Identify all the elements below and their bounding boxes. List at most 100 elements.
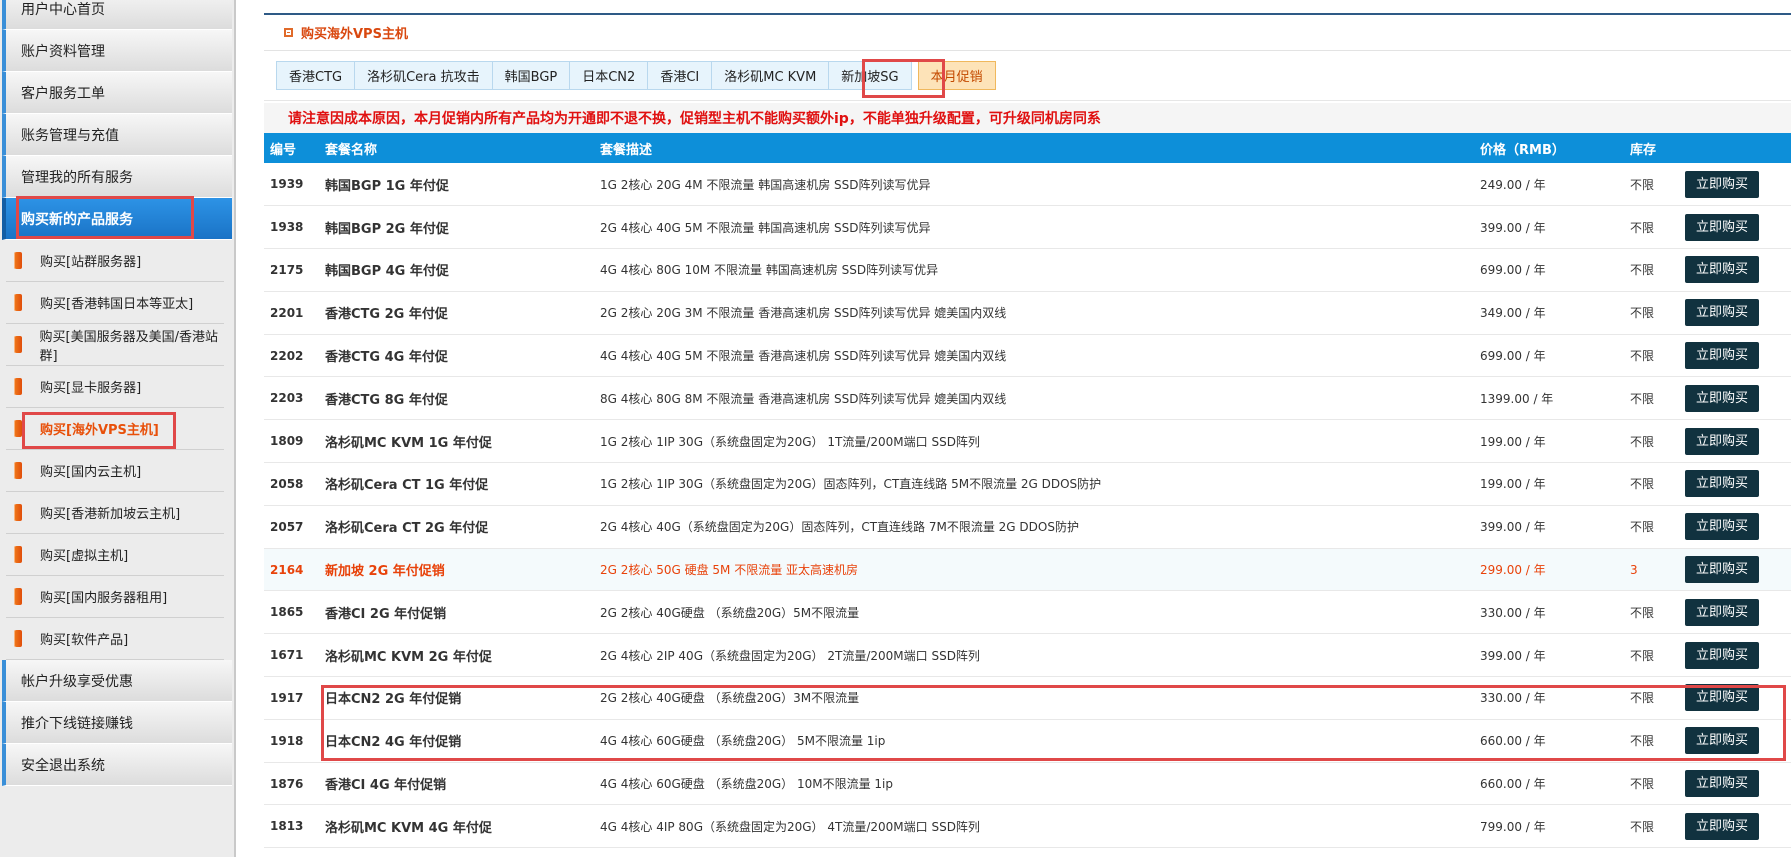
- buy-now-button[interactable]: 立即购买: [1685, 598, 1759, 626]
- sidebar-item-billing[interactable]: 账务管理与充值: [2, 114, 232, 156]
- sidebar-item-label: 账户资料管理: [21, 43, 105, 60]
- tab-sg[interactable]: 新加坡SG: [828, 61, 912, 90]
- buy-now-button[interactable]: 立即购买: [1685, 299, 1759, 327]
- cell-stock: 不限: [1630, 605, 1655, 620]
- cell-name: 日本CN2 2G 年付促销: [325, 692, 462, 708]
- cell-id: 1671: [270, 648, 304, 663]
- cell-stock: 不限: [1630, 391, 1655, 406]
- sidebar-subitem-domestic-cloud[interactable]: 购买[国内云主机]: [6, 450, 224, 492]
- sidebar-subitem-overseas-vps[interactable]: 购买[海外VPS主机]: [6, 408, 224, 450]
- cell-action: 立即购买: [1679, 463, 1791, 506]
- table-row: 1809 洛杉矶MC KVM 1G 年付促 1G 2核心 1IP 30G（系统盘固定…: [264, 420, 1791, 463]
- sidebar-subitem-software[interactable]: 购买[软件产品]: [6, 618, 224, 660]
- tab-la-mc-kvm[interactable]: 洛杉矶MC KVM: [711, 61, 829, 90]
- sidebar-item-manage-services[interactable]: 管理我的所有服务: [2, 156, 232, 198]
- buy-now-button[interactable]: 立即购买: [1685, 556, 1759, 584]
- sidebar-subitem-station-servers[interactable]: 购买[站群服务器]: [6, 240, 224, 282]
- cell-price: 199.00 / 年: [1480, 434, 1546, 449]
- buy-now-button[interactable]: 立即购买: [1685, 470, 1759, 498]
- col-header-stock: 库存: [1630, 142, 1657, 158]
- table-row: 2202 香港CTG 4G 年付促 4G 4核心 40G 5M 不限流量 香港高速机…: [264, 334, 1791, 377]
- cell-action: 立即购买: [1679, 505, 1791, 548]
- table-row: 1917 日本CN2 2G 年付促销 2G 2核心 40G硬盘 （系统盘20G）3M…: [264, 677, 1791, 720]
- buy-now-button[interactable]: 立即购买: [1685, 770, 1759, 798]
- cell-name: 香港CTG 2G 年付促: [325, 307, 448, 323]
- cell-name: 洛杉矶MC KVM 4G 年付促: [325, 820, 492, 836]
- tab-hk-ctg[interactable]: 香港CTG: [276, 61, 355, 90]
- sidebar-item-label: 用户中心首页: [21, 1, 105, 18]
- sidebar-subitem-label: 购买[国内云主机]: [40, 465, 142, 480]
- cell-id: 2201: [270, 305, 304, 320]
- sidebar-item-label: 管理我的所有服务: [21, 169, 133, 186]
- tab-jp-cn2[interactable]: 日本CN2: [569, 61, 648, 90]
- sidebar-item-account-profile[interactable]: 账户资料管理: [2, 30, 232, 72]
- buy-now-button[interactable]: 立即购买: [1685, 170, 1759, 198]
- cell-stock: 不限: [1630, 734, 1655, 749]
- buy-now-button[interactable]: 立即购买: [1685, 342, 1759, 370]
- sidebar-subitem-label: 购买[美国服务器及美国/香港站群]: [39, 329, 218, 364]
- buy-now-button[interactable]: 立即购买: [1685, 384, 1759, 412]
- buy-now-button[interactable]: 立即购买: [1685, 513, 1759, 541]
- cell-name: 韩国BGP 1G 年付促: [325, 178, 449, 194]
- cell-desc: 2G 2核心 40G硬盘 （系统盘20G）5M不限流量: [600, 605, 860, 620]
- sidebar: 用户中心首页 账户资料管理 客户服务工单 账务管理与充值 管理我的所有服务 购买…: [0, 0, 236, 857]
- cell-desc: 4G 4核心 60G硬盘 （系统盘20G） 10M不限流量 1ip: [600, 777, 893, 792]
- sidebar-subitem-us-servers[interactable]: 购买[美国服务器及美国/香港站群]: [6, 324, 224, 366]
- cell-action: 立即购买: [1679, 548, 1791, 591]
- cell-action: 立即购买: [1679, 249, 1791, 292]
- cell-stock: 不限: [1630, 691, 1655, 706]
- cell-id: 2058: [270, 476, 304, 491]
- cell-name: 日本CN2 4G 年付促销: [325, 735, 462, 751]
- cell-action: 立即购买: [1679, 291, 1791, 334]
- cell-name: 洛杉矶Cera CT 2G 年付促: [325, 521, 489, 537]
- cell-price: 1399.00 / 年: [1480, 391, 1554, 406]
- tab-monthly-promo[interactable]: 本月促销: [917, 61, 996, 90]
- sidebar-item-logout[interactable]: 安全退出系统: [2, 744, 232, 786]
- sidebar-subitem-label: 购买[站群服务器]: [40, 255, 142, 270]
- sidebar-subitem-apac[interactable]: 购买[香港韩国日本等亚太]: [6, 282, 224, 324]
- sidebar-item-home[interactable]: 用户中心首页: [2, 0, 232, 30]
- sidebar-subitem-domestic-server-rental[interactable]: 购买[国内服务器租用]: [6, 576, 224, 618]
- cell-stock: 不限: [1630, 177, 1655, 192]
- buy-now-button[interactable]: 立即购买: [1685, 727, 1759, 755]
- table-row: 1671 洛杉矶MC KVM 2G 年付促 2G 4核心 2IP 40G（系统盘固定…: [264, 634, 1791, 677]
- cell-price: 299.00 / 年: [1480, 563, 1546, 578]
- buy-now-button[interactable]: 立即购买: [1685, 684, 1759, 712]
- server-icon: [14, 588, 22, 605]
- cell-name: 香港CI 4G 年付促销: [325, 778, 447, 794]
- tab-la-cera[interactable]: 洛杉矶Cera 抗攻击: [354, 61, 492, 90]
- buy-now-button[interactable]: 立即购买: [1685, 641, 1759, 669]
- cell-name: 香港CI 2G 年付促销: [325, 606, 447, 622]
- cell-stock: 不限: [1630, 220, 1655, 235]
- server-icon: [14, 294, 22, 311]
- cell-action: 立即购买: [1679, 634, 1791, 677]
- sidebar-item-service-tickets[interactable]: 客户服务工单: [2, 72, 232, 114]
- product-table: 编号 套餐名称 套餐描述 价格（RMB） 库存 1939 韩国BGP 1G 年付促…: [264, 133, 1791, 848]
- sidebar-item-referral[interactable]: 推介下线链接赚钱: [2, 702, 232, 744]
- cell-desc: 2G 2核心 20G 3M 不限流量 香港高速机房 SSD阵列读写优异 媲美国内…: [600, 306, 1007, 321]
- sidebar-item-upgrade-account[interactable]: 帐户升级享受优惠: [2, 660, 232, 702]
- sidebar-subitem-gpu-servers[interactable]: 购买[显卡服务器]: [6, 366, 224, 408]
- cell-price: 399.00 / 年: [1480, 648, 1546, 663]
- buy-now-button[interactable]: 立即购买: [1685, 427, 1759, 455]
- cell-desc: 2G 4核心 40G（系统盘固定为20G）固态阵列，CT直连线路 7M不限流量 …: [600, 520, 1079, 535]
- buy-now-button[interactable]: 立即购买: [1685, 256, 1759, 284]
- sidebar-item-buy-products[interactable]: 购买新的产品服务: [2, 198, 232, 240]
- cell-desc: 1G 2核心 1IP 30G（系统盘固定为20G）固态阵列，CT直连线路 5M不…: [600, 477, 1102, 492]
- cell-name: 新加坡 2G 年付促销: [325, 564, 445, 580]
- sidebar-item-label: 客户服务工单: [21, 85, 105, 102]
- buy-now-button[interactable]: 立即购买: [1685, 812, 1759, 840]
- cell-id: 1918: [270, 733, 304, 748]
- buy-now-button[interactable]: 立即购买: [1685, 213, 1759, 241]
- cell-price: 660.00 / 年: [1480, 777, 1546, 792]
- tab-kr-bgp[interactable]: 韩国BGP: [491, 61, 570, 90]
- tab-hk-ci[interactable]: 香港CI: [647, 61, 712, 90]
- table-row: 1918 日本CN2 4G 年付促销 4G 4核心 60G硬盘 （系统盘20G） 5…: [264, 719, 1791, 763]
- cell-name: 韩国BGP 2G 年付促: [325, 221, 449, 237]
- cell-id: 1938: [270, 220, 304, 235]
- sidebar-subitem-hk-sg-cloud[interactable]: 购买[香港新加坡云主机]: [6, 492, 224, 534]
- cell-price: 699.00 / 年: [1480, 349, 1546, 364]
- cell-action: 立即购买: [1679, 334, 1791, 377]
- cell-desc: 4G 4核心 4IP 80G（系统盘固定为20G） 4T流量/200M端口 SS…: [600, 819, 980, 834]
- sidebar-subitem-virtual-hosting[interactable]: 购买[虚拟主机]: [6, 534, 224, 576]
